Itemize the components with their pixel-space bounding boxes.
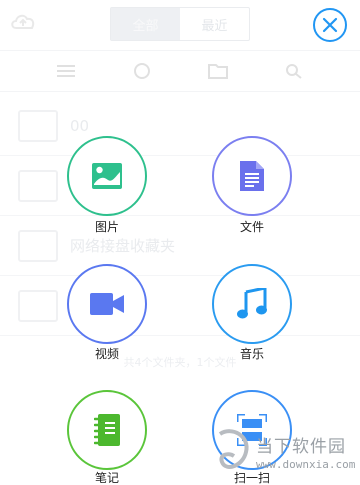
- music-button[interactable]: [212, 264, 292, 344]
- watermark-url: www.downxia.com: [256, 458, 356, 471]
- list-item-name: 网络接盘收藏夹: [70, 237, 176, 255]
- background-tab-all: 全部: [111, 8, 180, 40]
- video-button[interactable]: [67, 264, 147, 344]
- music-label: 音乐: [239, 347, 264, 361]
- image-button[interactable]: [67, 136, 147, 216]
- file-icon: [18, 289, 58, 322]
- image-button-ring: [67, 136, 147, 216]
- watermark-text: 当下软件园: [256, 437, 346, 457]
- list-item: 网络接盘收藏夹: [0, 216, 360, 276]
- search-icon: [286, 64, 302, 79]
- folder-icon: [18, 169, 58, 202]
- list-item-name: 00: [70, 116, 90, 135]
- check-circle-icon: [134, 63, 150, 79]
- background-footer: 共4个文件夹，1个文件: [123, 356, 237, 369]
- file-button[interactable]: [212, 136, 292, 216]
- file-button-ring: [212, 136, 292, 216]
- video-button-ring: [67, 264, 147, 344]
- close-button[interactable]: [313, 8, 347, 42]
- background-tab-recent: 最近: [201, 18, 228, 34]
- close-icon: [322, 17, 338, 33]
- file-label: 文件: [239, 220, 264, 234]
- background-file-list: 全部 最近 00 网络接盘收藏夹 共4个文件夹，1个文件: [0, 0, 360, 485]
- background-header: 全部 最近: [0, 0, 360, 48]
- video-label: 视频: [94, 347, 119, 361]
- music-button-ring: [212, 264, 292, 344]
- list-item: 00: [0, 96, 360, 156]
- watermark: 当下软件园 www.downxia.com: [216, 428, 356, 476]
- folder-add-icon: [208, 64, 228, 79]
- background-toolbar: [0, 50, 360, 92]
- notes-button[interactable]: [67, 390, 147, 470]
- notes-label: 笔记: [94, 471, 119, 485]
- list-item: [0, 276, 360, 336]
- watermark-logo-icon: [218, 429, 249, 469]
- list-item: [0, 156, 360, 216]
- folder-icon: [18, 109, 58, 142]
- folder-icon: [18, 229, 58, 262]
- background-tab-group: 全部 最近: [110, 7, 250, 41]
- list-icon: [57, 65, 75, 77]
- background-list: 00 网络接盘收藏夹: [0, 96, 360, 336]
- image-label: 图片: [94, 220, 119, 234]
- notes-button-ring: [67, 390, 147, 470]
- cloud-upload-icon: [11, 14, 35, 29]
